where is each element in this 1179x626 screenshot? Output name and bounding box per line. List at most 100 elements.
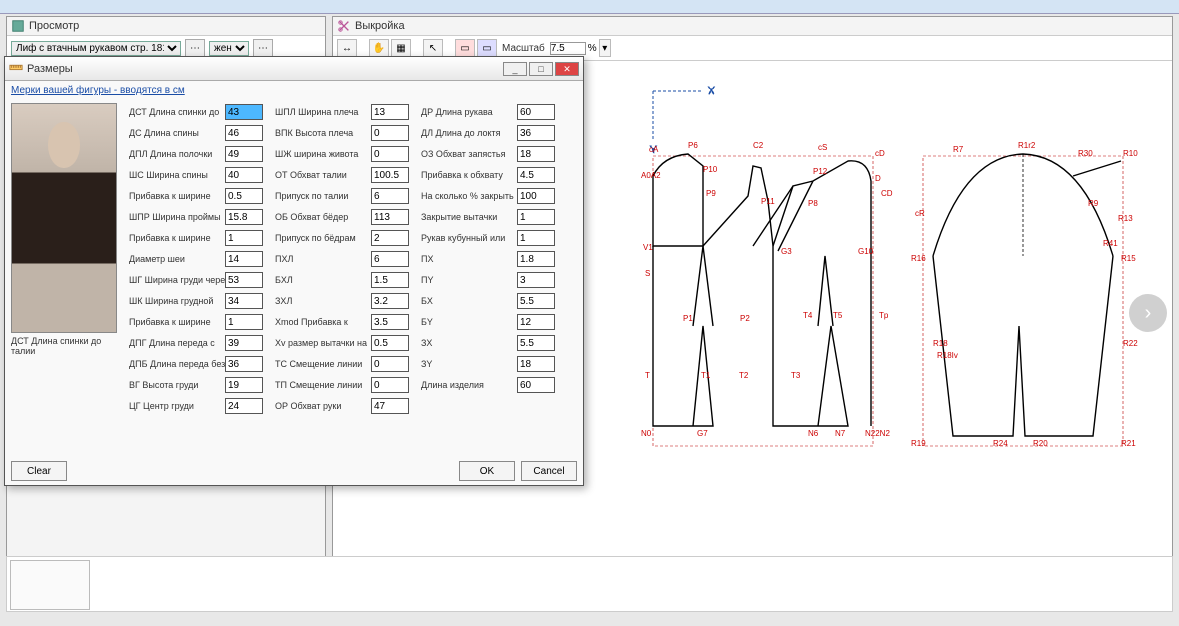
model-config-button[interactable]: ⋯ — [185, 39, 205, 57]
measurement-label: Длина изделия — [421, 380, 517, 390]
scale-down-button[interactable]: ▾ — [599, 39, 611, 57]
measurement-input[interactable] — [225, 272, 263, 288]
measurement-input[interactable] — [371, 188, 409, 204]
measurement-row: Припуск по талии — [275, 187, 415, 205]
measurement-input[interactable] — [225, 335, 263, 351]
measurement-label: Диаметр шеи — [129, 254, 225, 264]
measurement-input[interactable] — [225, 314, 263, 330]
tool-move-button[interactable]: ↔ — [337, 39, 357, 57]
measurement-input[interactable] — [517, 314, 555, 330]
tool-pointer-button[interactable]: ↖ — [423, 39, 443, 57]
svg-text:A0A2: A0A2 — [641, 171, 661, 180]
measurement-input[interactable] — [371, 146, 409, 162]
scale-input[interactable] — [550, 42, 586, 55]
measurement-label: ЗXЛ — [275, 296, 371, 306]
measurement-input[interactable] — [371, 104, 409, 120]
measurement-input[interactable] — [371, 230, 409, 246]
measurement-input[interactable] — [517, 251, 555, 267]
measurement-input[interactable] — [517, 293, 555, 309]
dialog-min-button[interactable]: _ — [503, 62, 527, 76]
svg-text:S: S — [645, 269, 650, 278]
measurement-label: Прибавка к ширине — [129, 317, 225, 327]
svg-text:T: T — [645, 371, 650, 380]
measurement-input[interactable] — [371, 293, 409, 309]
svg-text:R30: R30 — [1078, 149, 1093, 158]
measurement-input[interactable] — [225, 251, 263, 267]
svg-text:cS: cS — [818, 143, 827, 152]
svg-text:T1: T1 — [701, 371, 711, 380]
nav-next-button[interactable]: › — [1129, 294, 1167, 332]
measurement-input[interactable] — [371, 377, 409, 393]
measurement-input[interactable] — [371, 356, 409, 372]
model-select[interactable]: Лиф с втачным рукавом стр. 181-225 — [11, 41, 181, 56]
measurement-input[interactable] — [225, 146, 263, 162]
dialog-max-button[interactable]: □ — [529, 62, 553, 76]
tool-layer2-button[interactable]: ▭ — [477, 39, 497, 57]
svg-text:G3: G3 — [781, 247, 792, 256]
svg-text:CD: CD — [881, 189, 893, 198]
measurement-input[interactable] — [517, 335, 555, 351]
clear-button[interactable]: Clear — [11, 461, 67, 481]
svg-text:R13: R13 — [1118, 214, 1133, 223]
measurement-input[interactable] — [517, 356, 555, 372]
measurement-input[interactable] — [225, 293, 263, 309]
measurement-input[interactable] — [371, 335, 409, 351]
gender-select[interactable]: жен — [209, 41, 249, 56]
measurement-input[interactable] — [517, 209, 555, 225]
dialog-titlebar[interactable]: Размеры _ □ ✕ — [5, 57, 583, 81]
dialog-close-button[interactable]: ✕ — [555, 62, 579, 76]
measurement-input[interactable] — [517, 230, 555, 246]
measurement-input[interactable] — [517, 377, 555, 393]
svg-text:cA: cA — [649, 145, 659, 154]
measurement-input[interactable] — [517, 167, 555, 183]
svg-text:R20: R20 — [1033, 439, 1048, 448]
gender-config-button[interactable]: ⋯ — [253, 39, 273, 57]
svg-text:Tp: Tp — [879, 311, 889, 320]
measurement-row: Рукав кубунный или — [421, 229, 561, 247]
measurement-input[interactable] — [225, 209, 263, 225]
measurement-input[interactable] — [371, 209, 409, 225]
measurement-input[interactable] — [371, 272, 409, 288]
measurement-input[interactable] — [225, 125, 263, 141]
tool-grid-button[interactable]: ▦ — [391, 39, 411, 57]
thumbnail[interactable] — [10, 560, 90, 610]
svg-text:R10: R10 — [1123, 149, 1138, 158]
measurement-input[interactable] — [517, 146, 555, 162]
tool-layer1-button[interactable]: ▭ — [455, 39, 475, 57]
svg-text:N7: N7 — [835, 429, 846, 438]
cancel-button[interactable]: Cancel — [521, 461, 577, 481]
measurement-input[interactable] — [225, 104, 263, 120]
measurement-input[interactable] — [225, 188, 263, 204]
measurement-label: ДР Длина рукава — [421, 107, 517, 117]
measurement-row: Прибавка к ширине — [129, 313, 269, 331]
measurement-input[interactable] — [371, 167, 409, 183]
ruler-icon — [9, 60, 23, 77]
measurement-input[interactable] — [517, 188, 555, 204]
measurement-input[interactable] — [517, 125, 555, 141]
measurement-row: Прибавка к ширине — [129, 187, 269, 205]
measurement-input[interactable] — [225, 398, 263, 414]
measurement-label: ЦГ Центр груди — [129, 401, 225, 411]
measurement-input[interactable] — [225, 230, 263, 246]
measurement-label: ОР Обхват руки — [275, 401, 371, 411]
tool-hand-button[interactable]: ✋ — [369, 39, 389, 57]
measurement-input[interactable] — [371, 314, 409, 330]
measurement-row: ДПГ Длина переда с — [129, 334, 269, 352]
thumbnail-strip — [6, 556, 1173, 612]
measurement-input[interactable] — [371, 398, 409, 414]
svg-text:R7: R7 — [953, 145, 964, 154]
measurement-row: ШПР Ширина проймы — [129, 208, 269, 226]
measurement-input[interactable] — [371, 251, 409, 267]
measurement-label: ВПК Высота плеча — [275, 128, 371, 138]
measurement-input[interactable] — [517, 104, 555, 120]
measurement-label: ОЗ Обхват запястья — [421, 149, 517, 159]
ok-button[interactable]: OK — [459, 461, 515, 481]
svg-text:P11: P11 — [761, 197, 775, 206]
measurement-input[interactable] — [371, 125, 409, 141]
measurement-input[interactable] — [225, 377, 263, 393]
measurements-help-link[interactable]: Мерки вашей фигуры - вводятся в см — [11, 85, 185, 96]
measurement-input[interactable] — [225, 356, 263, 372]
svg-text:X: X — [708, 86, 715, 97]
measurement-input[interactable] — [517, 272, 555, 288]
measurement-input[interactable] — [225, 167, 263, 183]
